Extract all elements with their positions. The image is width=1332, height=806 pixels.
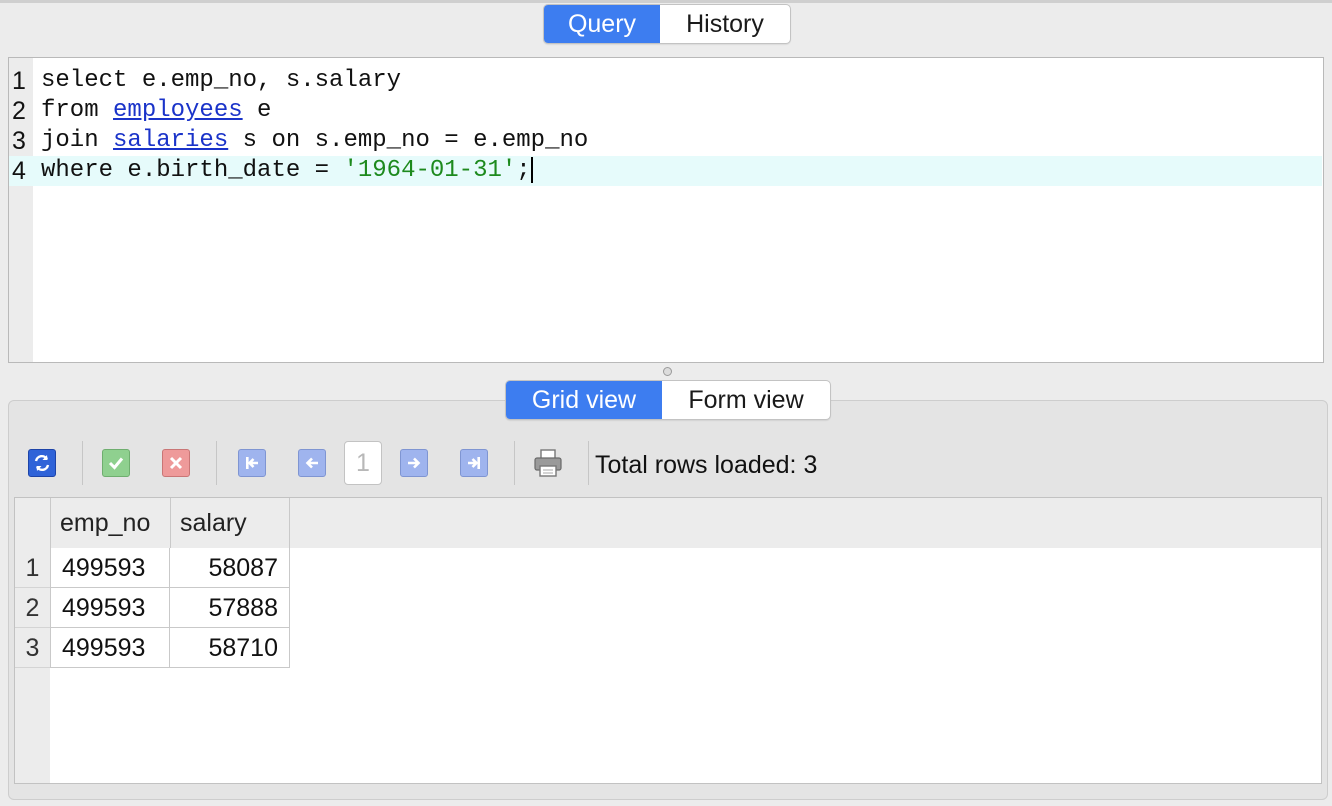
- toolbar-separator: [216, 441, 217, 485]
- toolbar-separator: [82, 441, 83, 485]
- print-icon[interactable]: [532, 447, 564, 479]
- code-token: select e.emp_no, s.salary: [41, 67, 402, 94]
- code-token: s on s.emp_no = e.emp_no: [228, 127, 589, 154]
- line-number: 3: [12, 127, 26, 155]
- cell-emp-no[interactable]: 499593: [50, 628, 170, 668]
- row-number[interactable]: 2: [15, 588, 50, 628]
- window-top-border: [0, 0, 1332, 3]
- cell-salary[interactable]: 58710: [170, 628, 290, 668]
- page-number-input[interactable]: 1: [344, 441, 382, 485]
- line-number: 1: [12, 67, 26, 95]
- row-number[interactable]: 1: [15, 548, 50, 588]
- apply-changes-icon[interactable]: [102, 449, 130, 477]
- row-number[interactable]: 3: [15, 628, 50, 668]
- tab-grid-view[interactable]: Grid view: [506, 381, 662, 419]
- editor-line[interactable]: 1 select e.emp_no, s.salary: [9, 66, 1322, 96]
- result-grid[interactable]: emp_no salary 1 499593 58087 2 499593 57888 3 4…: [14, 497, 1322, 784]
- code-token: where e.birth_date =: [41, 157, 344, 184]
- first-page-icon[interactable]: [238, 449, 266, 477]
- column-header-emp-no[interactable]: emp_no: [50, 498, 170, 548]
- code-token: ;: [516, 157, 531, 184]
- toolbar-separator: [588, 441, 589, 485]
- code-text[interactable]: join salaries s on s.emp_no = e.emp_no: [41, 126, 588, 156]
- cell-salary[interactable]: 58087: [170, 548, 290, 588]
- code-token: from: [41, 97, 114, 124]
- editor-line[interactable]: 3 join salaries s on s.emp_no = e.emp_no: [9, 126, 1322, 156]
- cell-salary[interactable]: 57888: [170, 588, 290, 628]
- line-number: 4: [12, 157, 26, 185]
- prev-page-icon[interactable]: [298, 449, 326, 477]
- next-page-icon[interactable]: [400, 449, 428, 477]
- line-number: 2: [12, 97, 26, 125]
- tab-form-view[interactable]: Form view: [662, 381, 830, 419]
- string-literal: '1964-01-31': [343, 157, 517, 184]
- code-text[interactable]: where e.birth_date = '1964-01-31';: [41, 156, 533, 186]
- cell-emp-no[interactable]: 499593: [50, 588, 170, 628]
- table-name-link[interactable]: employees: [113, 97, 243, 124]
- table-name-link[interactable]: salaries: [113, 127, 228, 154]
- code-token: e: [242, 97, 272, 124]
- code-token: join: [41, 127, 114, 154]
- tab-query[interactable]: Query: [544, 5, 660, 43]
- rows-loaded-status: Total rows loaded: 3: [595, 451, 818, 479]
- editor-line[interactable]: 4 where e.birth_date = '1964-01-31';: [9, 156, 1322, 186]
- discard-changes-icon[interactable]: [162, 449, 190, 477]
- tab-history[interactable]: History: [660, 5, 790, 43]
- refresh-icon[interactable]: [28, 449, 56, 477]
- cell-emp-no[interactable]: 499593: [50, 548, 170, 588]
- code-text[interactable]: select e.emp_no, s.salary: [41, 66, 401, 96]
- sql-editor[interactable]: 1 select e.emp_no, s.salary 2 from employee…: [8, 57, 1324, 363]
- query-tab-bar: Query History: [543, 4, 791, 44]
- editor-line[interactable]: 2 from employees e: [9, 96, 1322, 126]
- splitter-handle[interactable]: [663, 367, 672, 376]
- toolbar-separator: [514, 441, 515, 485]
- text-cursor: [530, 156, 533, 183]
- last-page-icon[interactable]: [460, 449, 488, 477]
- code-text[interactable]: from employees e: [41, 96, 271, 126]
- column-header-salary[interactable]: salary: [170, 498, 290, 548]
- results-tab-bar: Grid view Form view: [505, 380, 831, 420]
